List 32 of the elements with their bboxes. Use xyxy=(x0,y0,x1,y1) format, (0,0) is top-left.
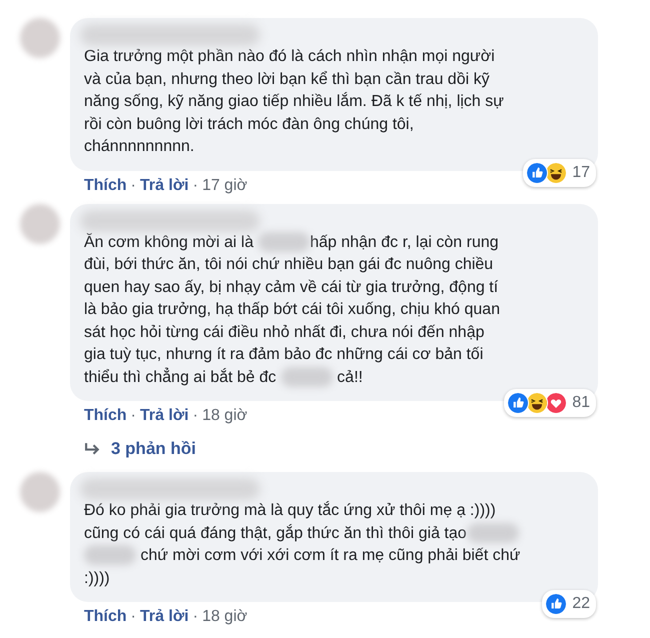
comment-text: Đó ko phải gia trưởng mà là quy tắc ứng xử thôi mẹ ạ :)))) cũng có cái quá đáng thật, gắp thức ăn thì thôi giả tạo chứ mời cơm với xới cơm ít ra mẹ cũng phải biết chứ :)))) xyxy=(84,500,522,588)
comment-action-link[interactable]: Thích xyxy=(84,608,127,626)
like-icon xyxy=(545,593,568,615)
reaction-badge[interactable]: 81 xyxy=(504,389,596,417)
comment-text: Gia trưởng một phần nào đó là cách nhìn nhận mọi người và của bạn, nhưng theo lời bạn kể thì bạn cần trau dồi kỹ năng sống, kỹ năng giao tiếp nhiều lắm. Đã k tế nhị, lịch sự rồi còn buông lời trách móc đàn ông chúng tôi, chánnnnnnnnn. xyxy=(84,47,505,157)
comment-action-link[interactable]: Trả lời xyxy=(140,407,189,425)
like-icon xyxy=(507,392,530,414)
comment-action-link[interactable]: Trả lời xyxy=(140,176,189,194)
timestamp: 17 giờ xyxy=(202,176,248,194)
comment-text: Ăn cơm không mời ai là hấp nhận đc r, lại còn rung đùi, bới thức ăn, tôi nói chứ nhiều bạn gái đc nuông chiều quen hay sao ấy, bị nhạy cảm về cái từ gia trưởng, động tí là bảo gia trưởng, hạ thấp bớt cái tôi xuống, chịu khó quan sát học hỏi từng cái điều nhỏ nhất đi, chưa nói đến nhập gia tuỳ tục, nhưng ít ra đảm bảo đc những cái cơ bản tối thiểu thì chẳng ai bắt bẻ đc cả!! xyxy=(84,232,501,388)
separator-dot: · xyxy=(130,176,136,194)
reaction-badge[interactable]: 22 xyxy=(542,590,596,618)
separator-dot: · xyxy=(192,608,198,626)
timestamp: 18 giờ xyxy=(202,407,248,425)
reaction-badge[interactable]: 17 xyxy=(523,158,596,186)
avatar[interactable] xyxy=(20,204,60,244)
laughing-face-icon xyxy=(526,392,548,414)
separator-dot: · xyxy=(192,176,198,194)
separator-dot: · xyxy=(192,407,198,425)
separator-dot: · xyxy=(130,608,136,626)
avatar[interactable] xyxy=(20,18,60,58)
laughing-face-icon xyxy=(545,162,568,184)
like-icon xyxy=(526,162,548,184)
separator-dot: · xyxy=(130,407,136,425)
comment-action-link[interactable]: Trả lời xyxy=(140,608,189,626)
reply-arrow-icon xyxy=(84,442,101,456)
comment-action-link[interactable]: Thích xyxy=(84,176,127,194)
timestamp: 18 giờ xyxy=(202,608,248,626)
heart-icon xyxy=(545,392,568,414)
comment-action-link[interactable]: Thích xyxy=(84,407,127,425)
avatar[interactable] xyxy=(20,472,60,512)
replies-link[interactable]: 3 phản hồi xyxy=(111,439,196,459)
